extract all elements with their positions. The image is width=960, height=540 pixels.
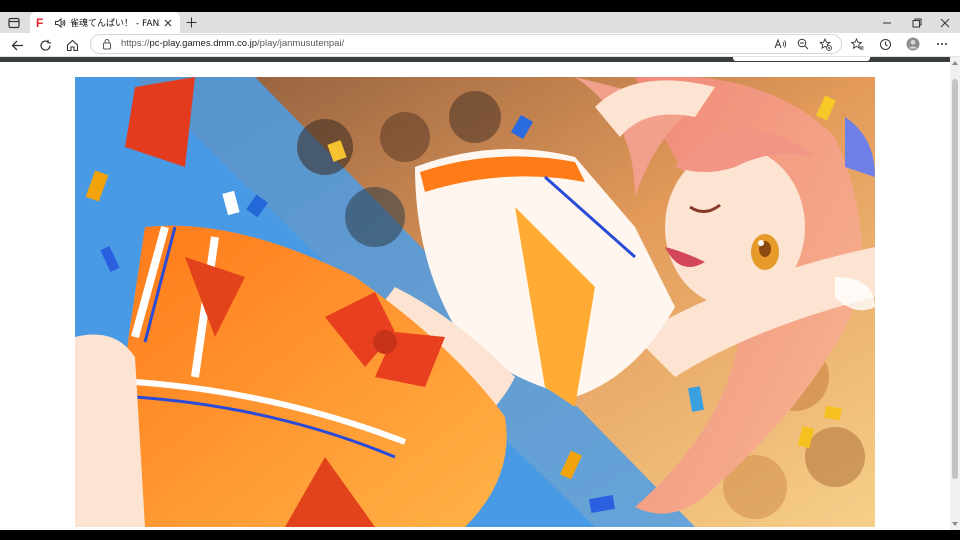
- tab-close-icon[interactable]: [162, 17, 174, 29]
- zoom-button[interactable]: [796, 37, 810, 51]
- tab-title: 雀魂てんぱい！ - FANZA GAMES: [70, 19, 160, 29]
- url-scheme: https://: [121, 38, 150, 49]
- url-path: /play/janmusutenpai/: [257, 38, 345, 49]
- close-window-button[interactable]: [930, 12, 960, 33]
- more-menu-button[interactable]: [934, 36, 950, 52]
- new-tab-button[interactable]: [184, 15, 198, 29]
- back-button[interactable]: [8, 36, 26, 54]
- profile-button[interactable]: [905, 36, 921, 52]
- vertical-scrollbar[interactable]: [950, 57, 960, 530]
- restore-icon: [912, 18, 922, 27]
- restore-button[interactable]: [902, 12, 932, 33]
- scroll-down-arrow-icon[interactable]: [951, 520, 959, 528]
- web-content: [0, 57, 950, 530]
- bottom-black-border: [0, 530, 960, 540]
- history-button[interactable]: [877, 36, 893, 52]
- tab-actions-button[interactable]: [6, 15, 22, 31]
- top-black-border: [0, 0, 960, 12]
- read-aloud-button[interactable]: [773, 37, 787, 51]
- scroll-up-arrow-icon[interactable]: [951, 59, 959, 67]
- history-icon: [879, 38, 891, 50]
- scrollbar-thumb[interactable]: [952, 79, 958, 479]
- game-canvas[interactable]: [75, 77, 875, 527]
- url-text: https://pc-play.games.dmm.co.jp/play/jan…: [121, 38, 344, 49]
- star-add-icon: [818, 37, 832, 51]
- tab-active[interactable]: F 雀魂てんぱい！ - FANZA GAMES: [30, 12, 180, 33]
- ellipsis-icon: [937, 43, 947, 45]
- favorites-icon: [850, 37, 863, 49]
- add-favorite-button[interactable]: [818, 37, 832, 51]
- avatar-icon: [906, 37, 920, 51]
- minimize-icon: [883, 22, 891, 23]
- fanza-favicon-icon: F: [36, 15, 44, 30]
- page-search-box-edge[interactable]: [733, 57, 870, 61]
- url-field[interactable]: https://pc-play.games.dmm.co.jp/play/jan…: [90, 34, 842, 54]
- minimize-button[interactable]: [872, 12, 902, 33]
- home-button[interactable]: [63, 36, 81, 54]
- address-bar-row: https://pc-play.games.dmm.co.jp/play/jan…: [0, 33, 960, 57]
- refresh-button[interactable]: [36, 36, 54, 54]
- plus-icon: [186, 17, 196, 27]
- refresh-icon: [39, 39, 51, 51]
- url-host: pc-play.games.dmm.co.jp: [149, 38, 258, 49]
- favorites-button[interactable]: [849, 36, 865, 52]
- speaker-icon[interactable]: [54, 17, 66, 29]
- read-aloud-icon: [774, 38, 786, 49]
- zoom-out-icon: [797, 38, 809, 50]
- page-header-strip: [0, 57, 950, 62]
- close-icon: [940, 18, 950, 27]
- cheerleader-illustration: [75, 77, 875, 527]
- lock-icon[interactable]: [101, 38, 113, 50]
- arrow-left-icon: [11, 40, 23, 50]
- home-icon: [66, 39, 78, 51]
- tab-actions-icon: [8, 17, 20, 29]
- tab-strip: F 雀魂てんぱい！ - FANZA GAMES: [0, 12, 960, 33]
